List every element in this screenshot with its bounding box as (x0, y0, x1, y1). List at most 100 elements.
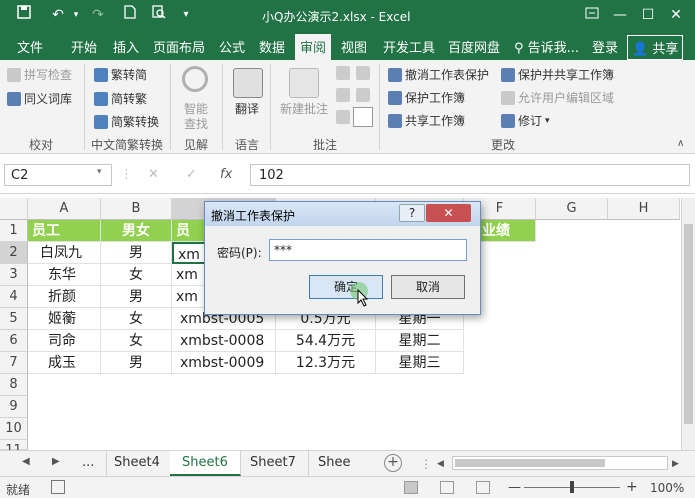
protect-share-button[interactable]: 保护并共享工作簿 (501, 66, 614, 83)
vertical-scrollbar[interactable] (681, 198, 695, 450)
tab-formulas[interactable]: 公式 (219, 37, 245, 56)
sheet-tab[interactable]: Shee (306, 451, 363, 476)
formula-input[interactable]: 102 (250, 164, 690, 186)
column-header[interactable]: A (28, 198, 101, 220)
cell[interactable]: 男 (101, 242, 172, 264)
sheet-tab-active[interactable]: Sheet6 (170, 451, 241, 476)
sheet-tab[interactable]: Sheet4 (102, 451, 173, 476)
column-header[interactable]: H (608, 198, 680, 220)
prev-sheet-icon[interactable]: ◀ (22, 456, 30, 467)
tab-insert[interactable]: 插入 (113, 37, 139, 56)
smart-lookup-icon[interactable] (182, 66, 208, 92)
row-header[interactable]: 4 (0, 286, 28, 308)
collapse-ribbon-icon[interactable]: ∧ (677, 138, 684, 149)
name-box[interactable]: C2 (4, 164, 112, 186)
name-box-dropdown-icon[interactable]: ▾ (97, 167, 102, 177)
tab-view[interactable]: 视图 (341, 37, 367, 56)
header-cell[interactable]: 员工 (28, 220, 101, 242)
new-comment-icon[interactable] (289, 68, 319, 98)
row-header[interactable]: 9 (0, 396, 28, 418)
select-all-corner[interactable] (0, 198, 28, 220)
next-sheet-icon[interactable]: ▶ (52, 456, 60, 467)
new-comment-label[interactable]: 新建批注 (280, 100, 328, 117)
cell[interactable]: 男 (101, 352, 172, 374)
convert-button[interactable]: 简繁转换 (94, 113, 159, 130)
cell[interactable]: 东华 (28, 264, 101, 286)
row-header[interactable]: 1 (0, 220, 28, 242)
ok-button[interactable]: 确定 (309, 275, 383, 299)
spell-check-button[interactable]: 拼写检查 (7, 66, 72, 83)
row-header[interactable]: 5 (0, 308, 28, 330)
protect-workbook-button[interactable]: 保护工作簿 (388, 89, 465, 106)
cell[interactable]: 白凤九 (28, 242, 101, 264)
cell[interactable]: 女 (101, 330, 172, 352)
tab-file[interactable]: 文件 (17, 37, 43, 56)
zoom-out-icon[interactable]: — (508, 480, 521, 495)
delete-comment-icon[interactable] (336, 66, 350, 80)
tell-me-box[interactable]: ⚲ 告诉我... (514, 37, 579, 56)
column-header[interactable]: G (536, 198, 608, 220)
login-link[interactable]: 登录 (592, 37, 618, 56)
row-header[interactable]: 3 (0, 264, 28, 286)
cell[interactable]: 54.4万元 (276, 330, 376, 352)
row-header[interactable]: 7 (0, 352, 28, 374)
cancel-button[interactable]: 取消 (391, 275, 465, 299)
cell[interactable]: 女 (101, 308, 172, 330)
insert-function-icon[interactable]: fx (220, 167, 232, 182)
normal-view-icon[interactable] (404, 481, 418, 494)
allow-edit-ranges-button[interactable]: 允许用户编辑区域 (501, 89, 614, 106)
scroll-thumb[interactable] (684, 224, 693, 424)
row-header[interactable]: 11 (0, 440, 28, 458)
macro-record-icon[interactable] (51, 480, 65, 494)
share-button[interactable]: 👤 共享 (627, 35, 684, 60)
unprotect-sheet-button[interactable]: 撤消工作表保护 (388, 66, 489, 83)
cell[interactable]: xmbst-0008 (172, 330, 276, 352)
page-layout-view-icon[interactable] (440, 481, 454, 494)
tab-review[interactable]: 审阅 (295, 34, 332, 60)
minimize-icon[interactable]: — (606, 4, 634, 26)
next-comment-icon[interactable] (336, 110, 350, 124)
trad-to-simp-button[interactable]: 繁转简 (94, 66, 147, 83)
show-comment-icon[interactable] (356, 66, 370, 80)
password-input[interactable]: *** (269, 239, 467, 261)
tab-developer[interactable]: 开发工具 (383, 37, 435, 56)
show-all-comments-icon[interactable] (356, 88, 370, 102)
sheet-tab[interactable]: Sheet7 (238, 451, 309, 476)
zoom-slider-thumb[interactable] (570, 481, 574, 493)
share-workbook-button[interactable]: 共享工作簿 (388, 112, 465, 129)
cell[interactable]: 男 (101, 286, 172, 308)
column-header[interactable]: B (101, 198, 172, 220)
zoom-level[interactable]: 100% (650, 481, 684, 495)
cell[interactable]: xmbst-0009 (172, 352, 276, 374)
cell[interactable]: 姬蘅 (28, 308, 101, 330)
zoom-in-icon[interactable]: + (626, 479, 638, 495)
cell[interactable]: 星期三 (376, 352, 464, 374)
formula-options-icon[interactable]: ⋮ (120, 167, 133, 182)
prev-comment-icon[interactable] (336, 88, 350, 102)
row-header[interactable]: 8 (0, 374, 28, 396)
row-header[interactable]: 6 (0, 330, 28, 352)
save-icon[interactable] (14, 5, 34, 25)
tab-split-icon[interactable]: ⋮ (420, 457, 432, 471)
tab-home[interactable]: 开始 (71, 37, 97, 56)
redo-icon[interactable]: ↷ (88, 5, 108, 25)
cell[interactable]: 12.3万元 (276, 352, 376, 374)
confirm-edit-icon[interactable]: ✓ (186, 167, 197, 182)
cell[interactable]: 星期二 (376, 330, 464, 352)
cell[interactable]: 折颜 (28, 286, 101, 308)
row-header[interactable]: 10 (0, 418, 28, 440)
customize-toolbar-icon[interactable]: ▾ (176, 5, 196, 25)
horizontal-scrollbar[interactable] (452, 456, 668, 470)
undo-icon[interactable]: ↶ (48, 5, 68, 25)
tab-page-layout[interactable]: 页面布局 (153, 37, 205, 56)
add-sheet-icon[interactable]: + (384, 454, 402, 472)
header-cell[interactable]: 男女 (101, 220, 172, 242)
tab-baidu-netdisk[interactable]: 百度网盘 (448, 37, 500, 56)
scroll-right-icon[interactable]: ▶ (672, 459, 679, 469)
undo-dropdown-icon[interactable]: ▾ (66, 5, 86, 25)
cell[interactable]: 司命 (28, 330, 101, 352)
page-break-view-icon[interactable] (476, 481, 490, 494)
track-changes-button[interactable]: 修订 ▾ (501, 112, 550, 129)
horizontal-scroll-thumb[interactable] (455, 459, 605, 467)
ribbon-display-icon[interactable] (578, 4, 606, 26)
